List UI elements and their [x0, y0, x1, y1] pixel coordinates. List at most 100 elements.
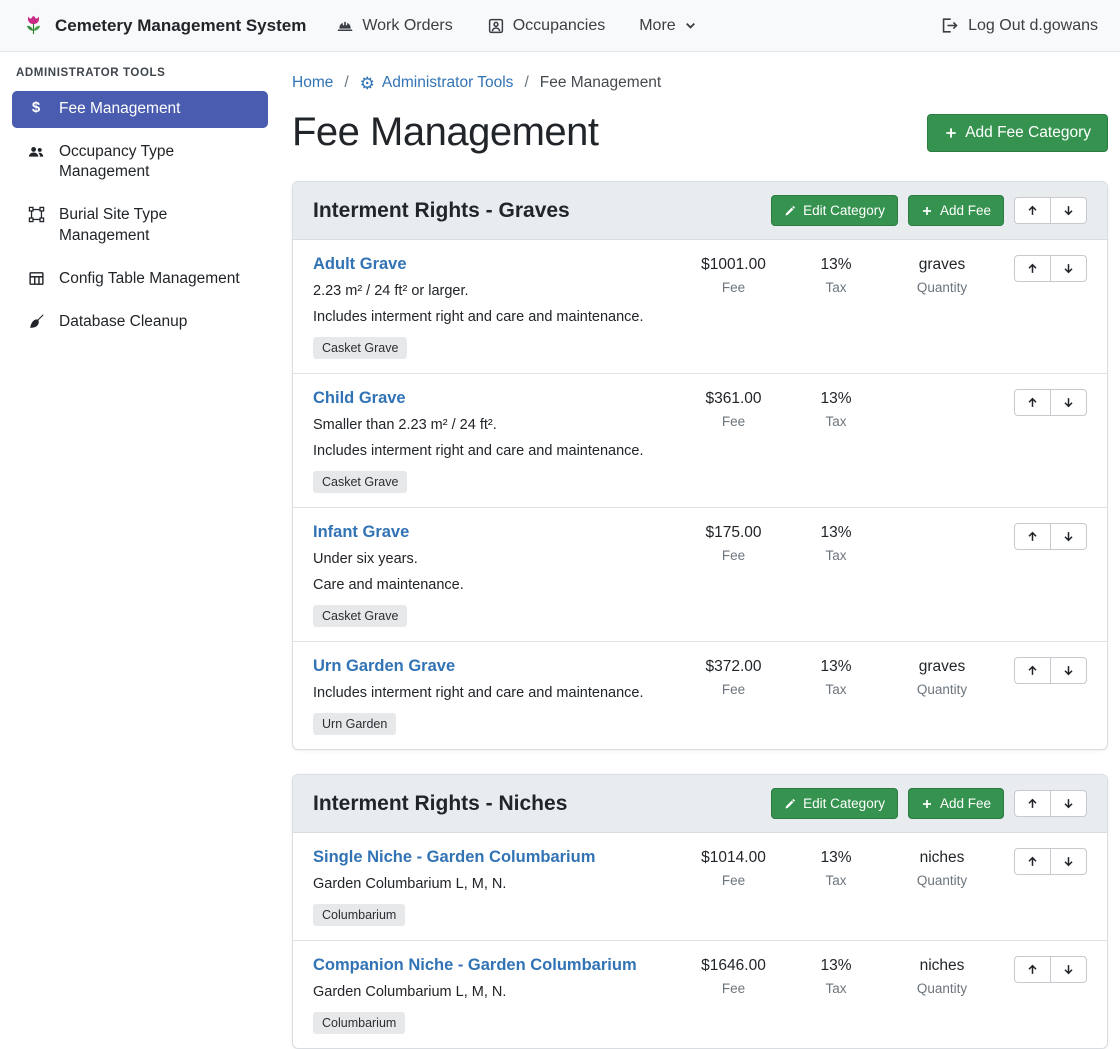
pencil-icon: [784, 205, 796, 217]
fee-amount-label: Fee: [676, 873, 791, 888]
breadcrumb-separator: /: [524, 74, 528, 92]
move-fee-down-button[interactable]: [1050, 389, 1087, 416]
fee-amount-col: $1014.00 Fee: [676, 848, 791, 888]
nav-occupancies[interactable]: Occupancies: [487, 17, 606, 35]
add-fee-category-label: Add Fee Category: [965, 124, 1091, 142]
fee-name[interactable]: Companion Niche - Garden Columbarium: [313, 956, 637, 975]
fee-row: Urn Garden Grave Includes interment righ…: [293, 642, 1107, 749]
move-fee-down-button[interactable]: [1050, 255, 1087, 282]
move-fee-up-button[interactable]: [1014, 657, 1051, 684]
sidebar-item-database-cleanup[interactable]: Database Cleanup: [12, 304, 268, 341]
chevron-down-icon: [684, 19, 697, 32]
move-fee-down-button[interactable]: [1050, 657, 1087, 684]
fee-tax-label: Tax: [791, 981, 881, 996]
arrow-down-icon: [1062, 797, 1075, 810]
arrow-up-icon: [1026, 396, 1039, 409]
arrow-up-icon: [1026, 262, 1039, 275]
fee-quantity-col: graves Quantity: [881, 657, 1003, 697]
move-fee-up-button[interactable]: [1014, 255, 1051, 282]
move-fee-up-button[interactable]: [1014, 956, 1051, 983]
brand-title: Cemetery Management System: [55, 16, 306, 36]
fee-type-badge: Columbarium: [313, 1012, 405, 1034]
fee-quantity-label: Quantity: [881, 682, 1003, 697]
breadcrumb-administrator-tools[interactable]: ⚙ Administrator Tools: [360, 74, 514, 92]
breadcrumb-current: Fee Management: [540, 74, 662, 92]
move-fee-up-button[interactable]: [1014, 848, 1051, 875]
fee-tax-col: 13% Tax: [791, 389, 881, 429]
move-fee-up-button[interactable]: [1014, 389, 1051, 416]
top-navbar: Cemetery Management System Work Orders O…: [0, 0, 1120, 52]
sidebar-item-label: Config Table Management: [59, 269, 240, 289]
fee-main: Infant Grave Under six years. Care and m…: [313, 523, 676, 627]
plus-icon: [921, 798, 933, 810]
arrow-down-icon: [1062, 530, 1075, 543]
fee-category-card: Interment Rights - Niches Edit Category …: [292, 774, 1108, 1049]
fee-tax-col: 13% Tax: [791, 255, 881, 295]
move-category-down-button[interactable]: [1050, 197, 1087, 224]
fee-main: Urn Garden Grave Includes interment righ…: [313, 657, 676, 735]
fee-main: Adult Grave 2.23 m² / 24 ft² or larger. …: [313, 255, 676, 359]
fee-name[interactable]: Infant Grave: [313, 523, 409, 542]
vector-square-icon: [26, 206, 46, 223]
move-fee-down-button[interactable]: [1050, 956, 1087, 983]
app-brand[interactable]: Cemetery Management System: [22, 14, 306, 37]
categories: Interment Rights - Graves Edit Category …: [292, 181, 1108, 1049]
fee-type-badge: Casket Grave: [313, 337, 407, 359]
fee-tax-label: Tax: [791, 548, 881, 563]
sidebar-item-config-table-management[interactable]: Config Table Management: [12, 261, 268, 298]
category-title: Interment Rights - Graves: [313, 199, 761, 223]
fee-quantity: graves: [881, 256, 1003, 274]
fee-quantity-col: niches Quantity: [881, 848, 1003, 888]
fee-desc-1: Under six years.: [313, 549, 676, 570]
fee-row: Single Niche - Garden Columbarium Garden…: [293, 833, 1107, 941]
nav-more[interactable]: More: [639, 17, 696, 35]
fee-quantity-label: Quantity: [881, 981, 1003, 996]
arrow-down-icon: [1062, 855, 1075, 868]
sidebar-heading: ADMINISTRATOR TOOLS: [16, 67, 268, 79]
fee-name[interactable]: Child Grave: [313, 389, 406, 408]
move-fee-down-button[interactable]: [1050, 848, 1087, 875]
fee-tax-col: 13% Tax: [791, 523, 881, 563]
arrow-down-icon: [1062, 396, 1075, 409]
fee-desc-2: Includes interment right and care and ma…: [313, 307, 676, 328]
add-fee-button[interactable]: Add Fee: [908, 195, 1004, 226]
fee-name[interactable]: Single Niche - Garden Columbarium: [313, 848, 595, 867]
breadcrumb-admin-label: Administrator Tools: [382, 74, 514, 92]
fee-quantity-col: graves Quantity: [881, 255, 1003, 295]
move-fee-up-button[interactable]: [1014, 523, 1051, 550]
fee-reorder-group: [1014, 848, 1087, 875]
sidebar-item-fee-management[interactable]: $ Fee Management: [12, 91, 268, 128]
fee-name[interactable]: Urn Garden Grave: [313, 657, 455, 676]
arrow-down-icon: [1062, 262, 1075, 275]
edit-category-button[interactable]: Edit Category: [771, 195, 898, 226]
gear-icon: ⚙: [360, 75, 375, 92]
sidebar-item-burial-site-type-management[interactable]: Burial Site Type Management: [12, 197, 268, 254]
fee-amount: $175.00: [676, 524, 791, 542]
fee-tax: 13%: [791, 957, 881, 975]
add-fee-button[interactable]: Add Fee: [908, 788, 1004, 819]
fee-tax-label: Tax: [791, 682, 881, 697]
move-category-down-button[interactable]: [1050, 790, 1087, 817]
fee-type-badge: Casket Grave: [313, 471, 407, 493]
fee-tax: 13%: [791, 849, 881, 867]
fee-desc-2: Care and maintenance.: [313, 575, 676, 596]
fee-desc-1: 2.23 m² / 24 ft² or larger.: [313, 281, 676, 302]
edit-category-button[interactable]: Edit Category: [771, 788, 898, 819]
nav-occupancies-label: Occupancies: [513, 17, 606, 35]
fee-type-badge: Urn Garden: [313, 713, 396, 735]
add-fee-category-button[interactable]: Add Fee Category: [927, 114, 1108, 152]
plus-icon: [921, 205, 933, 217]
fee-amount-col: $175.00 Fee: [676, 523, 791, 563]
move-category-up-button[interactable]: [1014, 790, 1051, 817]
breadcrumb-home[interactable]: Home: [292, 74, 333, 92]
sidebar-item-occupancy-type-management[interactable]: Occupancy Type Management: [12, 134, 268, 191]
logout-link[interactable]: Log Out d.gowans: [940, 16, 1098, 35]
fee-name[interactable]: Adult Grave: [313, 255, 407, 274]
plus-icon: [944, 126, 958, 140]
fee-quantity: niches: [881, 849, 1003, 867]
arrow-up-icon: [1026, 797, 1039, 810]
move-fee-down-button[interactable]: [1050, 523, 1087, 550]
category-reorder-group: [1014, 790, 1087, 817]
nav-work-orders[interactable]: Work Orders: [336, 17, 452, 35]
move-category-up-button[interactable]: [1014, 197, 1051, 224]
